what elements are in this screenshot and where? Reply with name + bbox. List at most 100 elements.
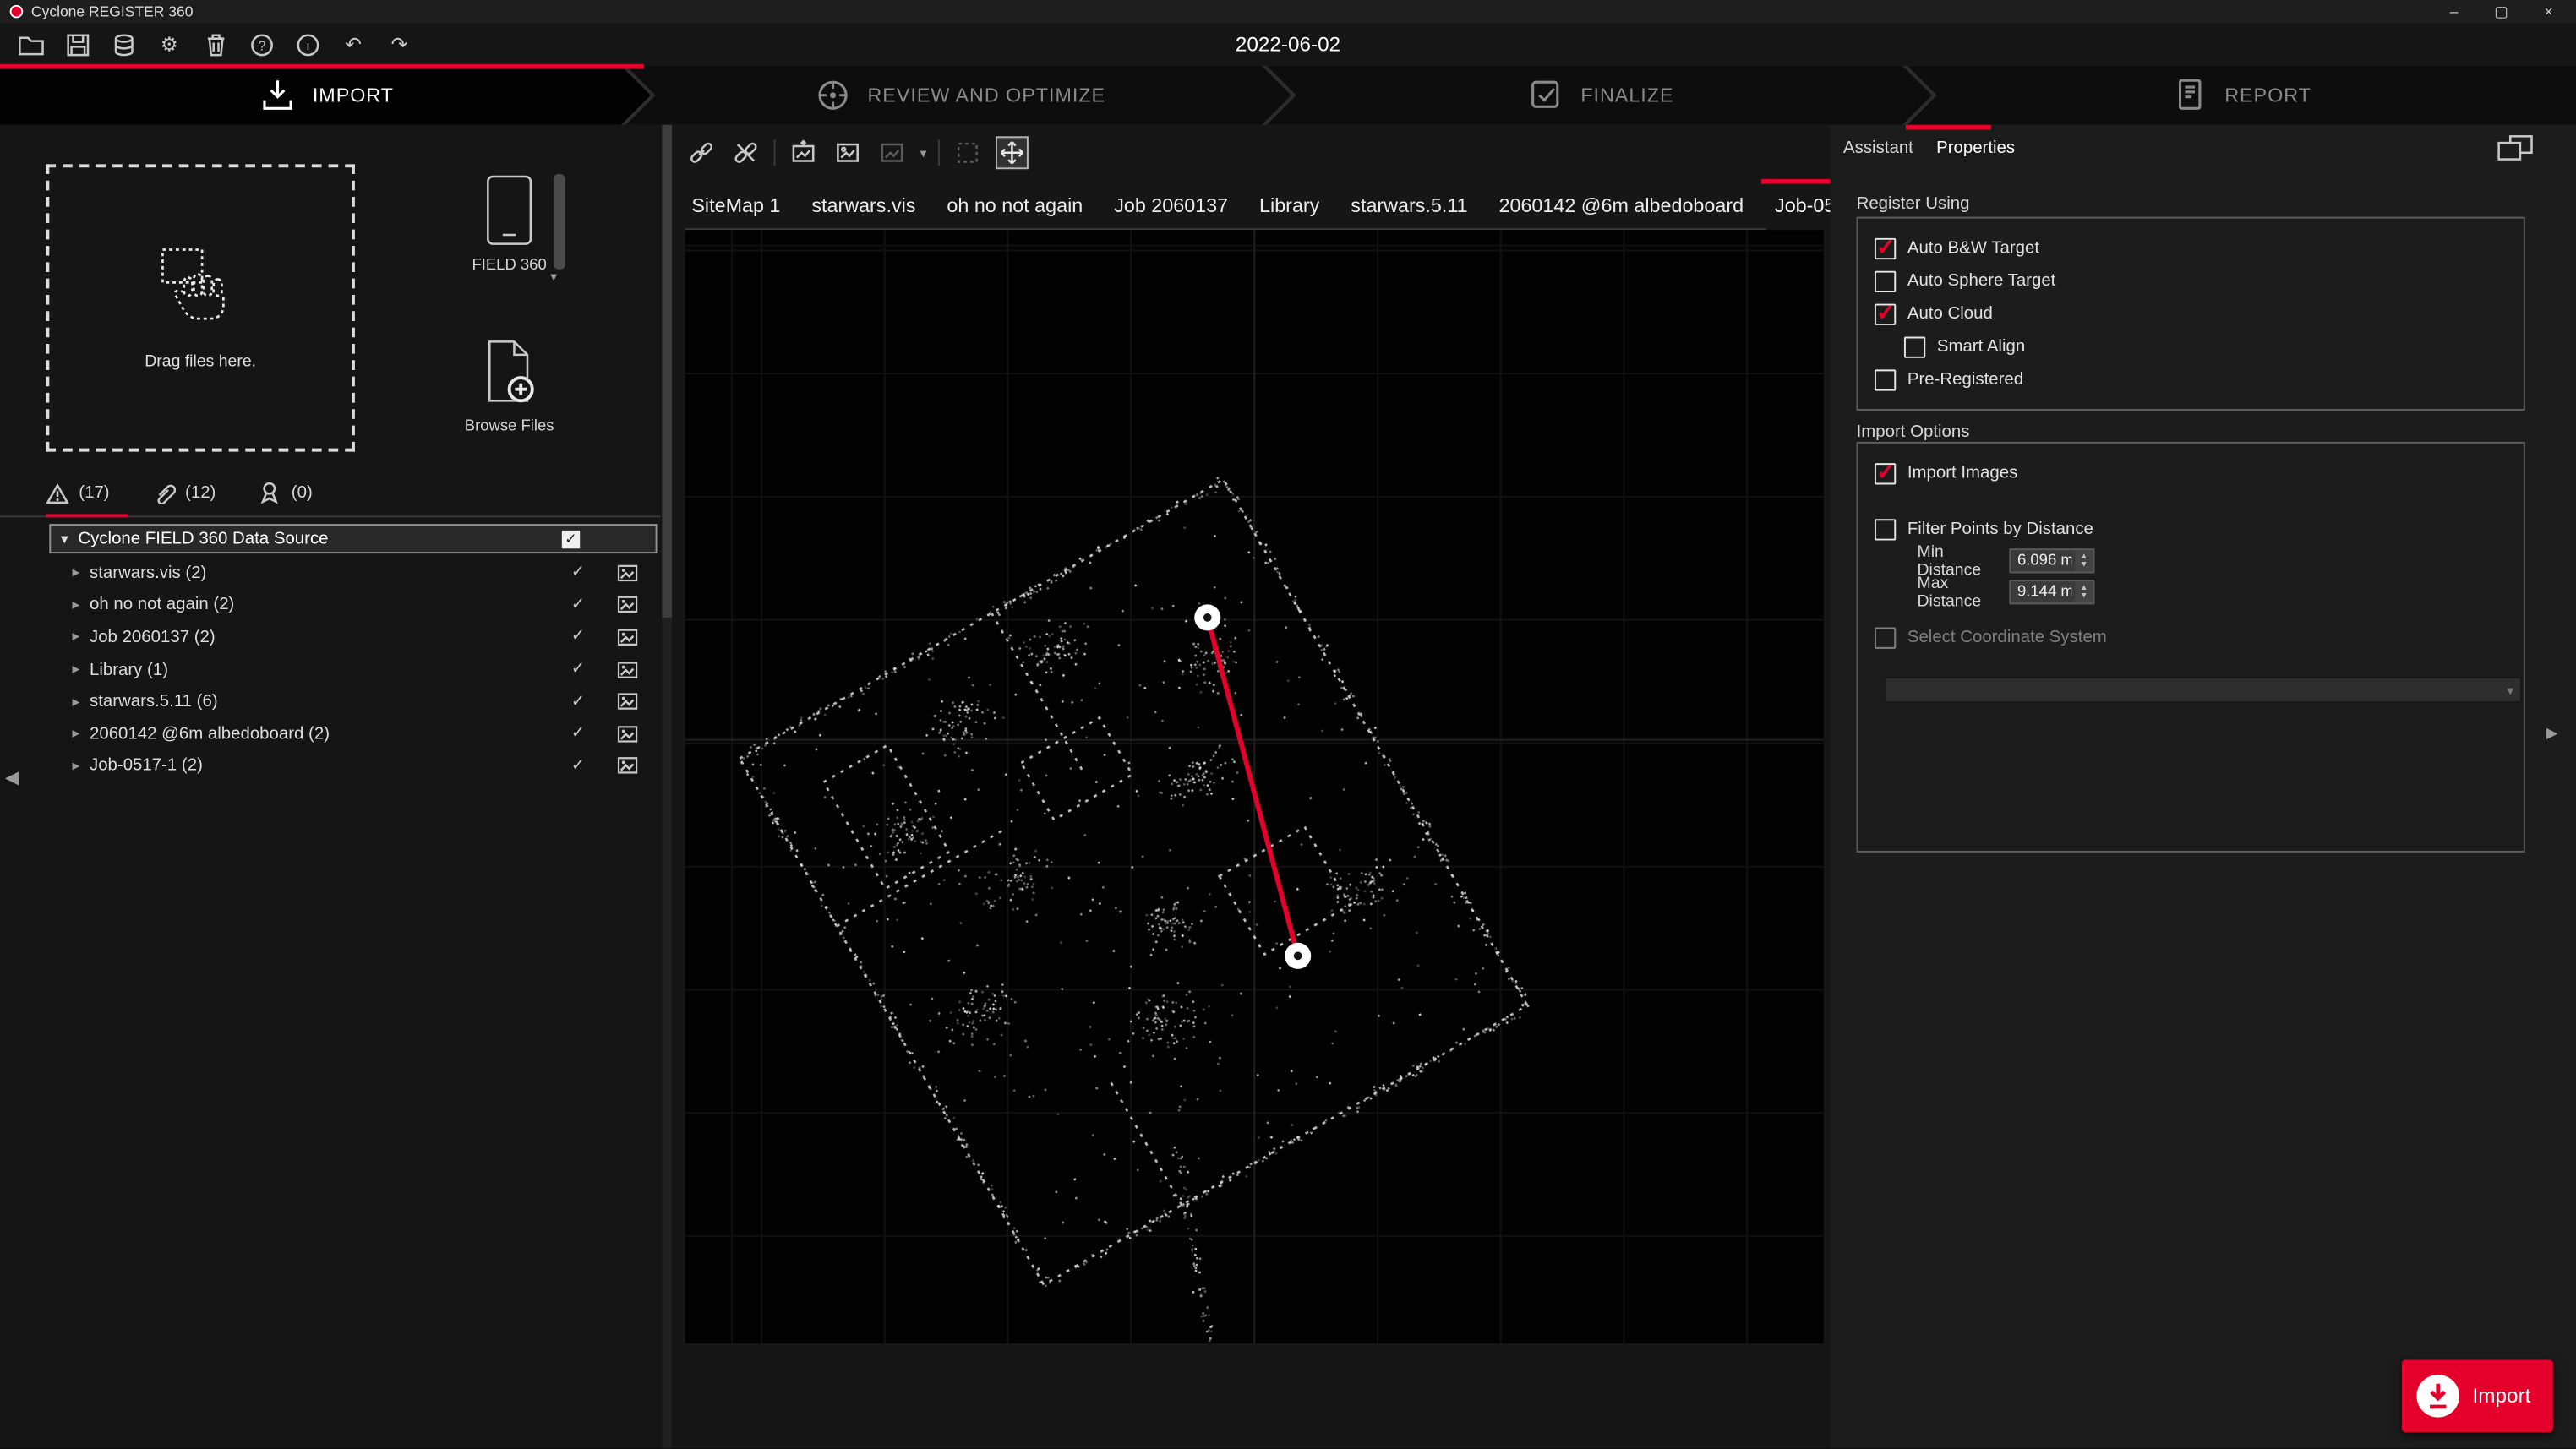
workflow-step-finalize[interactable]: FINALIZE [1267,66,1935,125]
rectangle-select-button[interactable] [952,136,985,169]
viewer-tab[interactable]: Job 2060137 [1114,193,1228,215]
workflow-step-import[interactable]: IMPORT [0,66,654,125]
caret-right-icon[interactable]: ▸ [73,661,80,678]
properties-panel: Assistant Properties Register Using Auto… [1830,125,2576,1449]
browse-files-button[interactable]: Browse Files [454,338,565,435]
checkbox-auto-sphere-target[interactable]: Auto Sphere Target [1875,264,2507,297]
workflow-step-label: IMPORT [313,84,394,106]
caret-right-icon[interactable]: ▸ [73,629,80,646]
caret-right-icon[interactable]: ▸ [73,693,80,711]
item-check-icon[interactable]: ✓ [571,693,585,711]
min-distance-stepper[interactable]: ▲ ▼ [2075,550,2093,571]
app-logo-icon [10,5,24,19]
spinner-down-icon[interactable]: ▼ [2080,592,2088,601]
tree-item[interactable]: ▸ Job 2060137 (2) ✓ [0,621,660,653]
checkbox-pre-registered[interactable]: Pre-Registered [1875,363,2507,396]
report-icon [2172,77,2208,113]
checkbox-label: Select Coordinate System [1907,628,2107,647]
tab-properties[interactable]: Properties [1936,138,2015,157]
expand-right-panel-button[interactable]: ▶ [2546,724,2557,742]
link-setups-button[interactable] [685,136,718,169]
tab-attachments[interactable]: (12) [152,482,216,504]
tab-assistant[interactable]: Assistant [1843,138,1913,157]
item-check-icon[interactable]: ✓ [571,757,585,775]
tree-item[interactable]: ▸ starwars.vis (2) ✓ [0,557,660,589]
register-using-group: Auto B&W Target Auto Sphere Target Auto … [1857,217,2525,411]
tree-item[interactable]: ▸ Library (1) ✓ [0,653,660,685]
checkbox-icon [1875,518,1896,539]
checkbox-label: Auto Cloud [1907,304,1993,324]
import-options-label: Import Options [1857,422,1970,442]
tree-item[interactable]: ▸ starwars.5.11 (6) ✓ [0,685,660,717]
unlink-setups-button[interactable] [729,136,762,169]
tablet-icon [460,174,559,247]
root-checkbox[interactable]: ✓ [562,530,580,547]
checkbox-import-images[interactable]: Import Images [1875,456,2507,489]
close-button[interactable]: × [2545,3,2553,20]
viewer-toolbar: ▾ [685,134,1029,171]
caret-right-icon[interactable]: ▸ [73,757,80,775]
tree-item[interactable]: ▸ Job-0517-1 (2) ✓ [0,750,660,782]
field360-source[interactable]: FIELD 360 [460,174,559,275]
viewer-tab[interactable]: oh no not again [947,193,1083,215]
max-distance-stepper[interactable]: ▲ ▼ [2075,581,2093,602]
item-check-icon[interactable]: ✓ [571,564,585,581]
workflow-step-label: REPORT [2224,84,2311,106]
minimize-button[interactable]: – [2450,3,2459,20]
left-panel-scrollbar[interactable] [662,125,672,1449]
tree-item[interactable]: ▸ 2060142 @6m albedoboard (2) ✓ [0,717,660,749]
visual-alignment-button[interactable] [832,136,865,169]
image-icon [618,662,637,678]
checkbox-smart-align[interactable]: Smart Align [1904,330,2507,363]
tab-flags[interactable]: (0) [259,482,313,504]
viewer-tab[interactable]: Library [1259,193,1319,215]
caret-right-icon[interactable]: ▸ [73,725,80,743]
collapse-left-panel-button[interactable]: ◀ [5,767,19,788]
chevron-down-icon[interactable]: ▾ [550,270,557,284]
checkbox-label: Pre-Registered [1907,369,2023,389]
min-distance-row: Min Distance ▲ ▼ [1875,545,2507,576]
viewer-tab[interactable]: SiteMap 1 [691,193,780,215]
drag-drop-area[interactable]: Drag files here. [46,164,354,451]
point-cloud-viewport[interactable] [685,230,1824,1343]
device-list-scrollbar[interactable] [554,174,565,270]
checkbox-select-coordinate-system[interactable]: Select Coordinate System [1875,621,2507,654]
tree-item-label: 2060142 @6m albedoboard (2) [90,724,330,744]
viewer-tab[interactable]: 2060142 @6m albedoboard [1499,193,1744,215]
panel-layout-button[interactable] [2497,134,2534,162]
caret-right-icon[interactable]: ▸ [73,596,80,613]
item-check-icon[interactable]: ✓ [571,629,585,646]
image-icon [618,629,637,645]
checkbox-filter-points[interactable]: Filter Points by Distance [1875,512,2507,545]
tab-issues[interactable]: (17) [46,482,109,504]
caret-right-icon[interactable]: ▸ [73,564,80,581]
caret-down-icon[interactable]: ▾ [61,530,68,547]
active-tab-indicator [1906,125,1991,130]
workflow-step-review-optimize[interactable]: REVIEW AND OPTIMIZE [626,66,1295,125]
spinner-down-icon[interactable]: ▼ [2080,561,2088,569]
scrollbar-thumb[interactable] [662,125,672,618]
image-icon [618,596,637,613]
paperclip-icon [152,482,175,504]
checkbox-label: Auto Sphere Target [1907,271,2056,291]
viewer-tab[interactable]: starwars.vis [811,193,915,215]
move-tool-button[interactable] [996,136,1029,169]
item-check-icon[interactable]: ✓ [571,725,585,743]
checkbox-auto-cloud[interactable]: Auto Cloud [1875,297,2507,330]
import-button[interactable]: Import [2402,1360,2553,1433]
review-optimize-icon [815,77,851,113]
viewer-tab[interactable]: starwars.5.11 [1351,193,1467,215]
active-step-indicator [0,64,644,69]
toolbar-dropdown-caret[interactable]: ▾ [920,145,927,160]
item-check-icon[interactable]: ✓ [571,596,585,613]
image-adjust-button[interactable] [876,136,909,169]
field360-label: FIELD 360 [460,256,559,274]
tree-root-row[interactable]: ▾ Cyclone FIELD 360 Data Source ✓ [49,524,657,553]
tree-item[interactable]: ▸ oh no not again (2) ✓ [0,589,660,621]
coordinate-system-select[interactable]: ▾ [1885,677,2522,703]
auto-cloud-align-button[interactable] [787,136,820,169]
checkbox-auto-bw-target[interactable]: Auto B&W Target [1875,232,2507,264]
item-check-icon[interactable]: ✓ [571,661,585,678]
workflow-step-report[interactable]: REPORT [1907,66,2576,125]
maximize-button[interactable]: ▢ [2494,3,2508,20]
